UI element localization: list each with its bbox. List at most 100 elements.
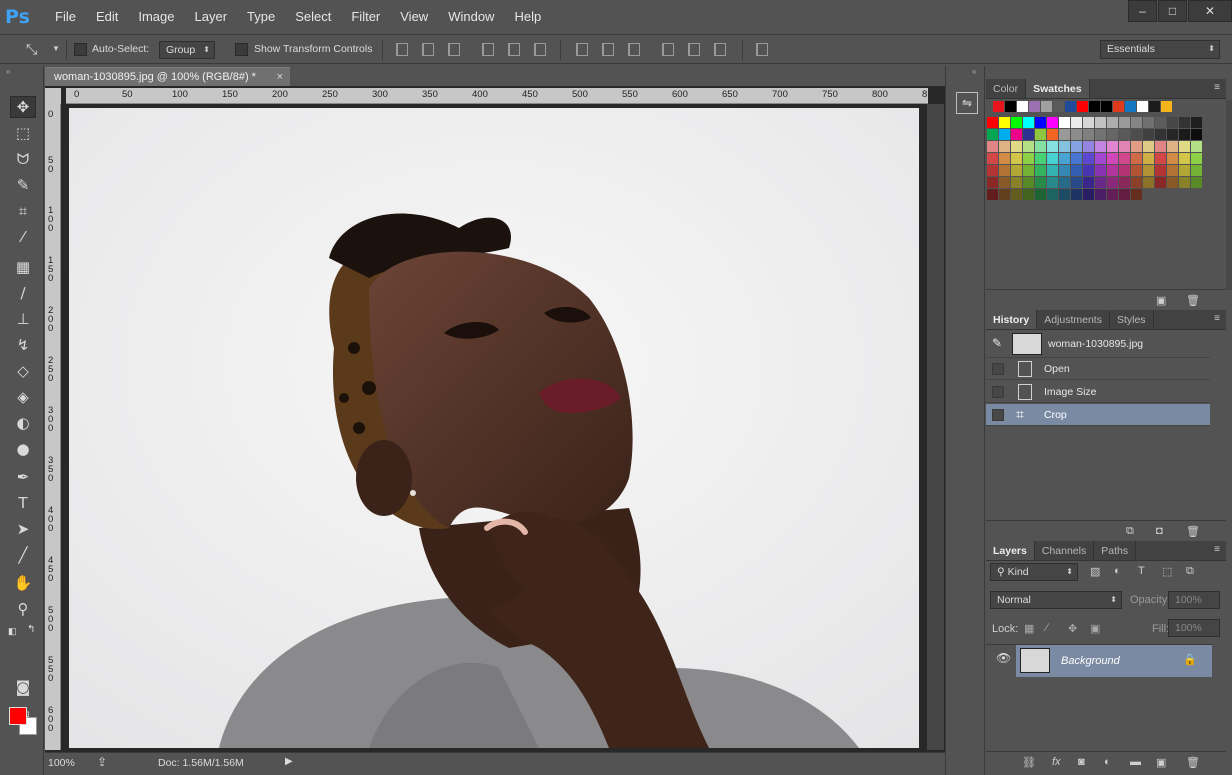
new-document-from-state-icon[interactable]: ⧉ <box>1126 525 1134 538</box>
swatch[interactable] <box>1011 177 1022 188</box>
type-filter-icon[interactable]: T <box>1138 565 1145 577</box>
swatch[interactable] <box>1011 141 1022 152</box>
foreground-color-swatch[interactable] <box>9 707 27 725</box>
swatch[interactable] <box>1179 177 1190 188</box>
layer-row-background[interactable]: Background 🔒 <box>1016 645 1212 677</box>
swatch[interactable] <box>1023 117 1034 128</box>
swatch[interactable] <box>1029 101 1040 112</box>
swatch[interactable] <box>1155 153 1166 164</box>
swatch[interactable] <box>1131 165 1142 176</box>
close-button[interactable]: ✕ <box>1188 0 1232 22</box>
eraser-tool-icon[interactable]: ◇ <box>10 360 36 382</box>
workspace-dropdown[interactable]: Essentials ⬍ <box>1100 40 1220 59</box>
lock-transparent-icon[interactable]: ▦ <box>1024 622 1034 635</box>
swatch[interactable] <box>1023 165 1034 176</box>
swatch[interactable] <box>1155 141 1166 152</box>
swatch[interactable] <box>1005 101 1016 112</box>
menu-help[interactable]: Help <box>504 9 551 24</box>
brush-tool-icon[interactable]: ∕ <box>10 282 36 304</box>
swap-colors-icon[interactable]: ↰ <box>27 624 35 635</box>
stamp-tool-icon[interactable]: ⊥ <box>10 308 36 330</box>
swatch[interactable] <box>1083 153 1094 164</box>
swatch[interactable] <box>1179 117 1190 128</box>
document-canvas[interactable] <box>69 108 919 748</box>
swatch[interactable] <box>1017 101 1028 112</box>
swatch[interactable] <box>1083 189 1094 200</box>
document-tab[interactable]: woman-1030895.jpg @ 100% (RGB/8#) * × <box>45 67 290 86</box>
trash-icon[interactable]: 🗑 <box>1186 525 1200 538</box>
swatch[interactable] <box>1131 141 1142 152</box>
swatch[interactable] <box>1059 141 1070 152</box>
tab-adjustments[interactable]: Adjustments <box>1037 310 1110 329</box>
swatch[interactable] <box>1131 177 1142 188</box>
collapse-icon[interactable]: » <box>6 67 10 76</box>
export-icon[interactable]: ⇪ <box>97 755 107 769</box>
swatch[interactable] <box>1191 129 1202 140</box>
ruler-corner[interactable] <box>45 88 61 104</box>
menu-view[interactable]: View <box>390 9 438 24</box>
swatch[interactable] <box>993 101 1004 112</box>
pen-tool-icon[interactable]: ✒ <box>10 466 36 488</box>
new-swatch-icon[interactable]: ▣ <box>1156 294 1166 307</box>
zoom-tool-icon[interactable]: ⚲ <box>10 598 36 620</box>
swatch[interactable] <box>1011 189 1022 200</box>
menu-edit[interactable]: Edit <box>86 9 128 24</box>
swatch[interactable] <box>1095 129 1106 140</box>
auto-select-checkbox[interactable] <box>74 43 87 56</box>
ruler-vertical[interactable]: 0 5 0 1 0 0 1 5 0 2 0 0 2 5 0 3 0 0 3 5 … <box>45 104 61 750</box>
swatch[interactable] <box>1023 153 1034 164</box>
distribute-vcenter-icon[interactable] <box>602 43 614 56</box>
swatch[interactable] <box>1059 189 1070 200</box>
collapse-icon[interactable]: « <box>972 67 976 76</box>
swatch[interactable] <box>1119 177 1130 188</box>
swatch[interactable] <box>1035 177 1046 188</box>
status-menu-arrow-icon[interactable]: ▶ <box>285 756 293 767</box>
history-checkbox[interactable] <box>992 409 1004 421</box>
panel-menu-icon[interactable]: ≡ <box>1214 544 1220 555</box>
zoom-level[interactable]: 100% <box>48 757 75 769</box>
swatch[interactable] <box>1095 117 1106 128</box>
menu-select[interactable]: Select <box>285 9 341 24</box>
swatch[interactable] <box>1143 165 1154 176</box>
new-layer-icon[interactable]: ▣ <box>1156 756 1166 769</box>
swatch[interactable] <box>987 165 998 176</box>
swatch[interactable] <box>1179 165 1190 176</box>
align-left-icon[interactable] <box>482 43 494 56</box>
swatch[interactable] <box>1083 165 1094 176</box>
swatch[interactable] <box>1191 141 1202 152</box>
swatch[interactable] <box>987 177 998 188</box>
auto-align-icon[interactable] <box>756 43 768 56</box>
swatch[interactable] <box>1059 117 1070 128</box>
lock-position-icon[interactable]: ✥ <box>1068 622 1077 635</box>
swatch[interactable] <box>1179 129 1190 140</box>
line-tool-icon[interactable]: ╱ <box>10 544 36 566</box>
align-hcenter-icon[interactable] <box>508 43 520 56</box>
tab-paths[interactable]: Paths <box>1094 541 1137 560</box>
menu-layer[interactable]: Layer <box>185 9 238 24</box>
swatch[interactable] <box>1155 165 1166 176</box>
chevron-down-icon[interactable]: ▼ <box>52 44 60 53</box>
swatch[interactable] <box>1167 153 1178 164</box>
swatch[interactable] <box>1161 101 1172 112</box>
swatch[interactable] <box>1191 177 1202 188</box>
swatch[interactable] <box>987 117 998 128</box>
menu-window[interactable]: Window <box>438 9 504 24</box>
tab-swatches[interactable]: Swatches <box>1026 79 1090 98</box>
history-snapshot[interactable]: ✎ woman-1030895.jpg <box>986 330 1210 358</box>
swatch[interactable] <box>1131 189 1142 200</box>
properties-panel-icon[interactable]: ⇋ <box>956 92 978 114</box>
distribute-right-icon[interactable] <box>714 43 726 56</box>
swatch[interactable] <box>1047 153 1058 164</box>
shape-filter-icon[interactable]: ⬚ <box>1162 565 1172 578</box>
adjustment-filter-icon[interactable]: ◐ <box>1114 565 1121 577</box>
pixel-filter-icon[interactable]: ▨ <box>1090 565 1100 578</box>
swatch[interactable] <box>1059 177 1070 188</box>
swatch[interactable] <box>1155 129 1166 140</box>
smart-object-filter-icon[interactable]: ⧉ <box>1186 565 1194 578</box>
swatch[interactable] <box>1113 101 1124 112</box>
panel-menu-icon[interactable]: ≡ <box>1214 313 1220 324</box>
close-tab-icon[interactable]: × <box>277 68 283 86</box>
history-brush-tool-icon[interactable]: ↯ <box>10 334 36 356</box>
eyedropper-tool-icon[interactable]: ⁄ <box>10 226 36 248</box>
swatch[interactable] <box>1155 117 1166 128</box>
